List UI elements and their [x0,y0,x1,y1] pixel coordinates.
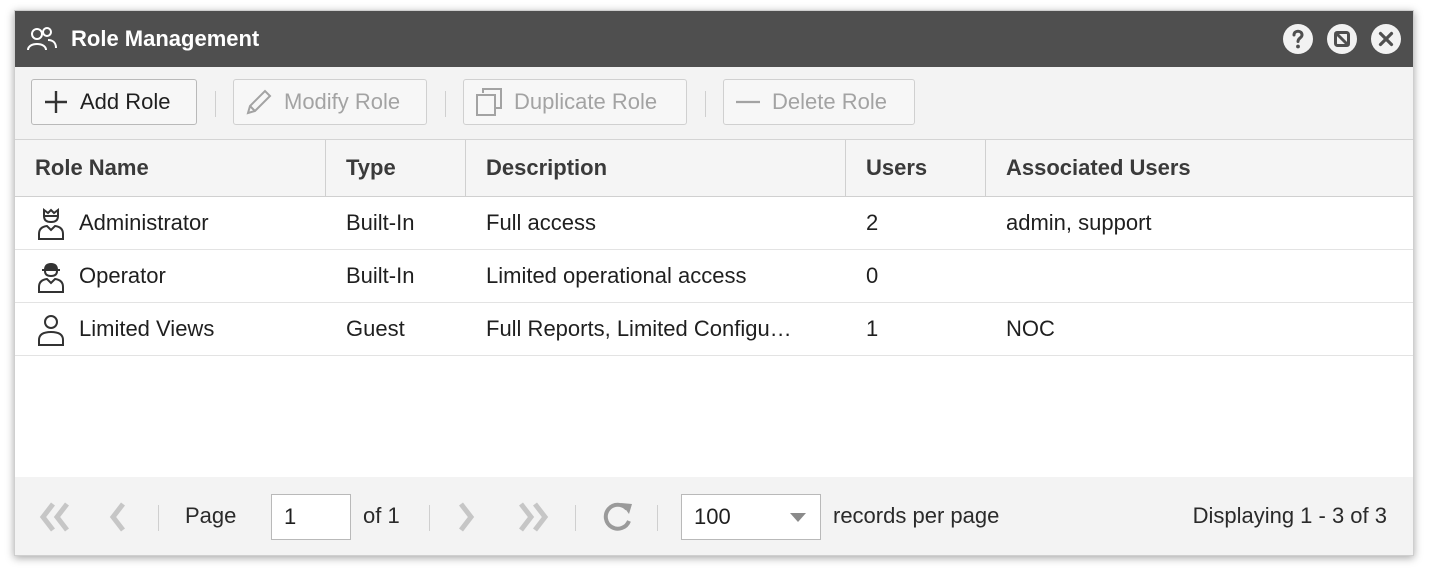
toolbar-divider [445,91,446,117]
pager-divider [575,505,576,531]
table-row[interactable]: Administrator Built-In Full access 2 adm… [15,197,1413,250]
toolbar-divider [705,91,706,117]
page-count-label: of 1 [363,503,400,528]
role-users: 1 [866,316,879,341]
last-page-icon[interactable] [515,501,551,533]
role-description: Limited operational access [486,263,747,288]
title-bar: Role Management [15,11,1413,67]
plus-icon [45,91,67,113]
grid-header: Role Name Type Description Users Associa… [15,140,1413,197]
minimize-icon [1333,30,1351,48]
role-name: Limited Views [79,316,215,341]
column-header-users[interactable]: Users [846,140,986,196]
minimize-button[interactable] [1327,24,1357,54]
grid-body: Administrator Built-In Full access 2 adm… [15,197,1413,480]
role-name: Operator [79,263,166,288]
modify-role-label: Modify Role [284,89,401,114]
previous-page-icon[interactable] [105,501,129,533]
records-per-page-select[interactable]: 100 [681,494,821,540]
page-label: Page [185,503,237,528]
role-associated-users: NOC [1006,316,1055,341]
role-description: Full access [486,210,597,235]
role-description: Full Reports, Limited Configu… [486,316,792,341]
add-role-button[interactable]: Add Role [31,79,197,125]
role-users: 2 [866,210,879,235]
delete-role-button[interactable]: Delete Role [723,79,915,125]
role-type: Built-In [346,263,415,288]
help-button[interactable] [1283,24,1313,54]
role-management-window: Role Management Add Role Modify Role Dup… [14,10,1414,556]
column-header-associated-users[interactable]: Associated Users [986,140,1413,196]
minus-icon [736,100,760,104]
duplicate-role-label: Duplicate Role [514,89,658,114]
pencil-icon [246,89,272,115]
help-icon [1292,29,1304,49]
modify-role-button[interactable]: Modify Role [233,79,427,125]
role-type: Built-In [346,210,415,235]
add-role-label: Add Role [80,89,171,114]
close-button[interactable] [1371,24,1401,54]
role-users: 0 [866,263,879,288]
chevron-down-icon [790,513,806,522]
records-per-page-label: records per page [833,503,1000,528]
pager-divider [158,505,159,531]
duplicate-icon [476,88,502,116]
role-associated-users: admin, support [1006,210,1152,235]
column-header-role-name[interactable]: Role Name [15,140,326,196]
table-row[interactable]: Limited Views Guest Full Reports, Limite… [15,303,1413,356]
pager-divider [429,505,430,531]
next-page-icon[interactable] [455,501,479,533]
toolbar: Add Role Modify Role Duplicate Role Dele… [15,67,1413,140]
refresh-icon[interactable] [599,499,635,535]
role-associated-users [986,250,1413,302]
duplicate-role-button[interactable]: Duplicate Role [463,79,687,125]
records-per-page-value: 100 [694,504,731,529]
role-type: Guest [346,316,405,341]
first-page-icon[interactable] [37,501,73,533]
pager-divider [657,505,658,531]
page-number-input[interactable]: 1 [271,494,351,540]
toolbar-divider [215,91,216,117]
table-row[interactable]: Operator Built-In Limited operational ac… [15,250,1413,303]
display-count: Displaying 1 - 3 of 3 [1192,503,1387,528]
pagination-bar: Page 1 of 1 100 records per page Display… [15,477,1413,555]
close-icon [1378,31,1394,47]
users-icon [27,27,57,51]
role-name: Administrator [79,210,209,235]
window-title: Role Management [71,26,260,51]
column-header-description[interactable]: Description [466,140,846,196]
delete-role-label: Delete Role [772,89,887,114]
column-header-type[interactable]: Type [326,140,466,196]
